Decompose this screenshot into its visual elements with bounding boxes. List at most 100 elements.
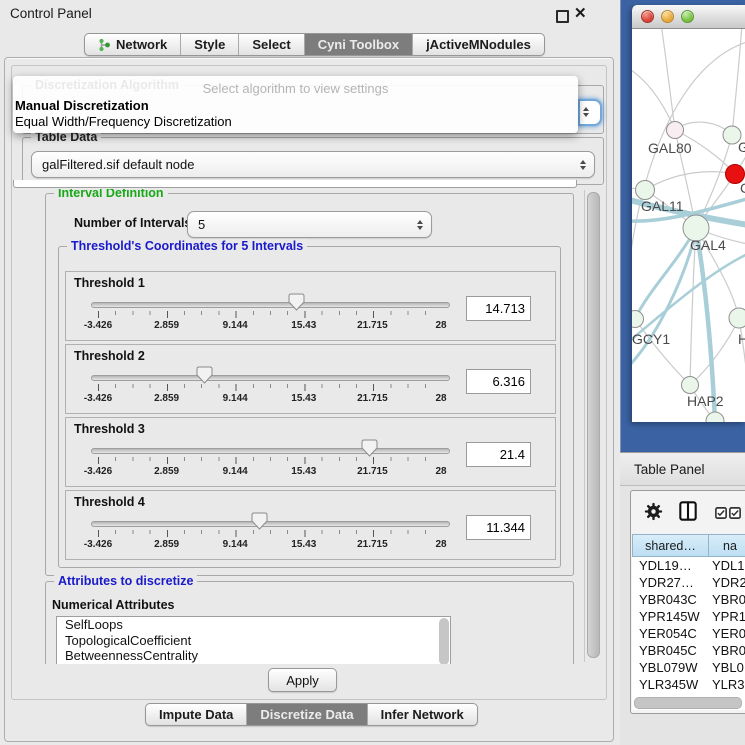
table-horizontal-scrollbar-thumb[interactable] — [634, 697, 742, 709]
list-scrollbar-thumb[interactable] — [439, 618, 449, 664]
list-item[interactable]: TopologicalCoefficient — [57, 633, 450, 649]
cell-name[interactable]: YBR0 — [709, 592, 745, 607]
slider-range: -3.426 2.859 9.144 15.43 21.715 28 — [98, 272, 441, 340]
cell-shared-name[interactable]: YDL19… — [632, 558, 709, 573]
tick-label: 28 — [435, 320, 446, 331]
cell-shared-name[interactable]: YDR27… — [632, 575, 709, 590]
slider-handle[interactable] — [288, 293, 305, 312]
cell-name[interactable]: YER0 — [709, 626, 745, 641]
settings-scrollbar[interactable] — [584, 190, 601, 662]
slider-handle[interactable] — [196, 366, 213, 385]
slider-handle[interactable] — [361, 439, 378, 458]
node-partial-right — [729, 308, 745, 328]
checkbox-icon[interactable] — [715, 507, 727, 519]
table-row[interactable]: YDL19…YDL1 — [632, 557, 745, 574]
column-header-name[interactable]: na — [709, 534, 745, 557]
tick-label: -3.426 — [84, 393, 112, 404]
zoom-traffic-light-icon[interactable] — [681, 10, 694, 23]
cell-name[interactable]: YBL0 — [709, 660, 745, 675]
cell-name[interactable]: YDL1 — [709, 558, 745, 573]
group-title: Attributes to discretize — [54, 574, 197, 588]
table-row[interactable]: YPR145WYPR1 — [632, 608, 745, 625]
cell-shared-name[interactable]: YPR145W — [632, 609, 709, 624]
gear-icon[interactable] — [644, 502, 663, 521]
table-row[interactable]: YBR043CYBR0 — [632, 591, 745, 608]
attributes-list: SelfLoops TopologicalCoefficient Between… — [56, 616, 451, 664]
tick-label: 15.43 — [291, 393, 316, 404]
panel-title: Control Panel — [10, 6, 92, 21]
tab-impute-data[interactable]: Impute Data — [146, 704, 246, 725]
table-row[interactable]: YLR345WYLR3 — [632, 676, 745, 693]
tab-network[interactable]: Network — [85, 34, 180, 55]
tick-label: 2.859 — [154, 393, 179, 404]
group-title: Threshold's Coordinates for 5 Intervals — [67, 239, 307, 253]
num-intervals-label: Number of Intervals — [74, 216, 191, 230]
tick-label: 2.859 — [154, 320, 179, 331]
list-item[interactable]: BetweennessCentrality — [57, 648, 450, 664]
column-header-shared-name[interactable]: shared… — [632, 534, 709, 557]
table-row[interactable]: YBR045CYBR0 — [632, 642, 745, 659]
table-data-combobox[interactable]: galFiltered.sif default node — [31, 151, 595, 178]
slider-range: -3.426 2.859 9.144 15.43 21.715 28 — [98, 491, 441, 559]
minimize-traffic-light-icon[interactable] — [661, 10, 674, 23]
scrollbar-thumb[interactable] — [587, 192, 600, 658]
table-body: YDL19…YDL1 YDR27…YDR2 YBR043CYBR0 YPR145… — [632, 557, 745, 710]
float-window-icon[interactable] — [556, 10, 569, 23]
cell-name[interactable]: YLR3 — [709, 677, 745, 692]
tab-jactivemnodules[interactable]: jActiveMNodules — [412, 34, 544, 55]
threshold-value-input[interactable] — [466, 515, 531, 540]
threshold-value-input[interactable] — [466, 369, 531, 394]
threshold-panel: Threshold 2 -3.426 2.859 9.144 15.43 21.… — [65, 344, 556, 414]
cell-name[interactable]: YPR1 — [709, 609, 745, 624]
dropdown-item-equal-width-frequency[interactable]: Equal Width/Frequency Discretization — [15, 114, 232, 129]
table-row[interactable]: YER054CYER0 — [632, 625, 745, 642]
slider-major-ticks — [98, 384, 442, 391]
tick-label: -3.426 — [84, 466, 112, 477]
cell-shared-name[interactable]: YER054C — [632, 626, 709, 641]
cell-shared-name[interactable]: YLR345W — [632, 677, 709, 692]
close-icon[interactable]: ✕ — [574, 4, 587, 22]
apply-button[interactable]: Apply — [268, 668, 337, 692]
tab-infer-network[interactable]: Infer Network — [367, 704, 477, 725]
checkbox-icon[interactable] — [729, 507, 741, 519]
dropdown-item-manual-discretization[interactable]: Manual Discretization — [15, 98, 149, 113]
num-intervals-combobox[interactable]: 5 — [187, 211, 432, 238]
tab-label: Network — [116, 37, 167, 52]
cell-name[interactable]: YBR0 — [709, 643, 745, 658]
slider-handle[interactable] — [251, 512, 268, 531]
tick-label: 15.43 — [291, 466, 316, 477]
cell-shared-name[interactable]: YBR045C — [632, 643, 709, 658]
node-label-partial-g: G — [738, 139, 745, 155]
tab-discretize-data[interactable]: Discretize Data — [246, 704, 366, 725]
threshold-value-input[interactable] — [466, 442, 531, 467]
cell-name[interactable]: YDR2 — [709, 575, 745, 590]
columns-icon[interactable] — [679, 501, 697, 521]
algorithm-combobox-focus-fragment[interactable] — [578, 99, 602, 126]
table-row[interactable]: YBL079WYBL0 — [632, 659, 745, 676]
stepper-icon — [583, 107, 589, 117]
right-side: GAL80 G C GAL11 GAL4 GCY1 H HAP2 Table P… — [620, 0, 745, 745]
tab-style[interactable]: Style — [180, 34, 238, 55]
threshold-value-input[interactable] — [466, 296, 531, 321]
tab-select[interactable]: Select — [238, 34, 303, 55]
threshold-panel: Threshold 3 -3.426 2.859 9.144 15.43 21.… — [65, 417, 556, 487]
tab-cyni-toolbox[interactable]: Cyni Toolbox — [304, 34, 412, 55]
node-label-gcy1: GCY1 — [632, 331, 670, 347]
list-item[interactable]: SelfLoops — [57, 617, 450, 633]
tick-label: 15.43 — [291, 539, 316, 550]
node-gal11 — [636, 181, 655, 200]
slider-major-ticks — [98, 311, 442, 318]
network-view-window[interactable]: GAL80 G C GAL11 GAL4 GCY1 H HAP2 — [632, 5, 745, 422]
table-panel: shared… na YDL19…YDL1 YDR27…YDR2 YBR043C… — [630, 490, 745, 714]
table-row[interactable]: YDR27…YDR2 — [632, 574, 745, 591]
top-tabstrip: Network Style Select Cyni Toolbox jActiv… — [84, 33, 545, 56]
bottom-tabstrip: Impute Data Discretize Data Infer Networ… — [145, 703, 478, 726]
tick-label: 9.144 — [223, 466, 248, 477]
close-traffic-light-icon[interactable] — [641, 10, 654, 23]
cell-shared-name[interactable]: YBL079W — [632, 660, 709, 675]
network-canvas[interactable]: GAL80 G C GAL11 GAL4 GCY1 H HAP2 — [632, 29, 745, 422]
network-graph — [632, 29, 745, 422]
cell-shared-name[interactable]: YBR043C — [632, 592, 709, 607]
network-window-titlebar[interactable] — [632, 5, 745, 29]
table-panel-title: Table Panel — [634, 462, 705, 477]
